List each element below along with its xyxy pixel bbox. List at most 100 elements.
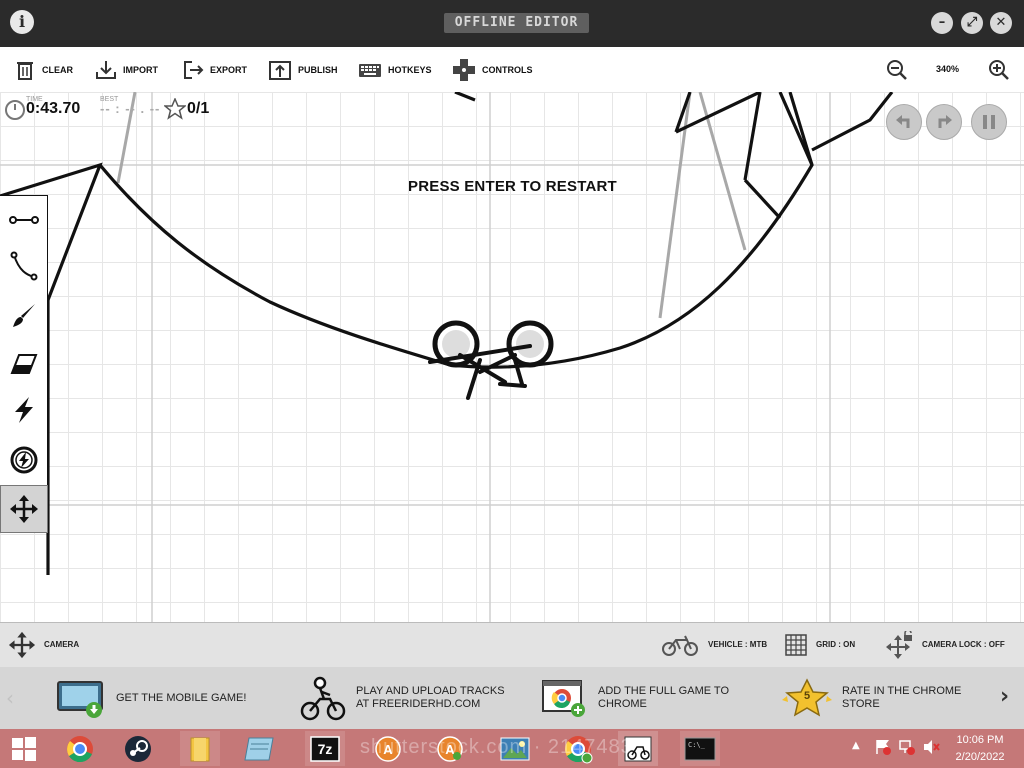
taskbar-explorer[interactable] [180,731,220,766]
windows-icon [12,736,36,761]
grid-label: GRID : ON [816,640,856,649]
folder-icon [190,737,210,761]
publish-label: PUBLISH [298,64,338,75]
svg-text:C:\_: C:\_ [688,741,706,749]
taskbar-steam[interactable] [118,731,158,766]
best-value: -- : -- . -- [100,101,161,116]
publish-icon [269,60,291,80]
redo-icon [938,115,952,128]
export-label: EXPORT [210,64,248,75]
svg-text:7z: 7z [318,741,333,757]
bike-icon [662,635,698,656]
export-button[interactable]: EXPORT [182,47,247,92]
rating-badge: 5 [782,678,832,718]
taskbar-chrome[interactable] [60,731,100,766]
chrome-browser-icon [542,680,585,717]
rating-number: 5 [803,690,811,702]
window-title: OFFLINE EDITOR [444,13,589,33]
camera-move-icon [10,495,38,523]
promo-rate[interactable]: 5 RATE IN THE CHROME STORE [782,667,961,729]
eraser-tool[interactable] [1,341,47,387]
volume-muted-icon[interactable] [922,738,940,756]
brush-icon [13,304,35,327]
timer-icon [5,100,25,120]
steam-icon [125,735,151,762]
promo-mobile[interactable]: GET THE MOBILE GAME! [56,667,246,729]
brush-tool[interactable] [1,293,47,339]
pause-button[interactable] [971,104,1007,140]
taskbar-7zip[interactable]: 7z [305,731,345,766]
controls-button[interactable]: CONTROLS [452,47,533,92]
promo-freerider-line2: AT FREERIDERHD.COM [356,698,481,710]
grid-status[interactable]: GRID : ON [784,622,855,667]
line-tool[interactable] [1,197,47,243]
status-bar [0,622,1024,668]
close-icon[interactable]: ✕ [990,12,1012,34]
boost-icon [15,397,33,423]
zoom-level: 340% [936,64,960,74]
clear-label: CLEAR [42,64,73,75]
promo-next-icon[interactable]: › [1000,684,1009,709]
boost-tool[interactable] [1,387,47,433]
dpad-icon [453,58,475,81]
clear-button[interactable]: CLEAR [14,47,73,92]
watermark: shutterstock.com · 2147483 [360,736,633,758]
pause-icon [983,115,995,129]
info-icon[interactable]: i [10,10,34,34]
clock-date[interactable]: 2/20/2022 [950,751,1010,763]
taskbar-terminal[interactable]: C:\_ [680,731,720,766]
minimize-icon[interactable]: – [931,12,953,34]
taskbar-notes[interactable] [240,731,280,766]
undo-button[interactable] [886,104,922,140]
hotkeys-label: HOTKEYS [388,64,432,75]
zoom-out-icon[interactable] [886,59,908,81]
camera-lock-status[interactable]: CAMERA LOCK : OFF [886,622,1005,667]
zoom-in-icon[interactable] [988,59,1010,81]
import-button[interactable]: IMPORT [95,47,158,92]
start-button[interactable] [4,731,44,766]
camera-status[interactable]: CAMERA [8,622,79,667]
promo-rate-line2: STORE [842,698,880,710]
camera-lock-icon [886,630,912,659]
camera-move-tool[interactable] [0,485,48,533]
tray-expand-icon[interactable]: ▲ [852,740,860,751]
promo-chrome[interactable]: ADD THE FULL GAME TO CHROME [542,667,729,729]
eraser-icon [10,354,38,374]
star-count: 0/1 [187,100,210,117]
track-drawing [0,92,1024,622]
curve-tool[interactable] [1,243,47,289]
grid-icon [785,633,807,656]
export-icon [184,60,204,79]
promo-chrome-line2: CHROME [598,698,647,710]
redo-button[interactable] [926,104,962,140]
powerup-tool[interactable] [1,437,47,483]
promo-rate-line1: RATE IN THE CHROME [842,685,962,697]
terminal-icon: C:\_ [684,737,716,760]
promo-prev-icon[interactable]: ‹ [6,686,14,710]
game-canvas[interactable] [0,92,1024,622]
curve-icon [10,251,38,281]
star-icon [164,98,186,120]
flag-icon[interactable] [874,738,892,756]
promo-chrome-line1: ADD THE FULL GAME TO [598,685,730,697]
promo-freerider-line1: PLAY AND UPLOAD TRACKS [356,685,505,697]
chrome-icon [67,735,93,762]
undo-icon [896,115,910,128]
network-icon[interactable] [898,738,916,756]
vehicle-status[interactable]: VEHICLE : MTB [660,622,767,667]
import-label: IMPORT [123,64,158,75]
promo-freerider[interactable]: PLAY AND UPLOAD TRACKS AT FREERIDERHD.COM [300,667,505,729]
line-icon [9,216,39,224]
camera-label: CAMERA [44,640,80,649]
publish-button[interactable]: PUBLISH [268,47,338,92]
import-icon [96,60,116,79]
camera-lock-label: CAMERA LOCK : OFF [922,640,1005,649]
tablet-icon [57,681,103,718]
keyboard-icon [359,63,381,77]
maximize-icon[interactable]: ⤢ [961,12,983,34]
notes-icon [244,737,274,760]
trash-icon [17,61,33,80]
clock-time[interactable]: 10:06 PM [950,734,1010,746]
7zip-icon: 7z [310,735,340,762]
hotkeys-button[interactable]: HOTKEYS [358,47,432,92]
